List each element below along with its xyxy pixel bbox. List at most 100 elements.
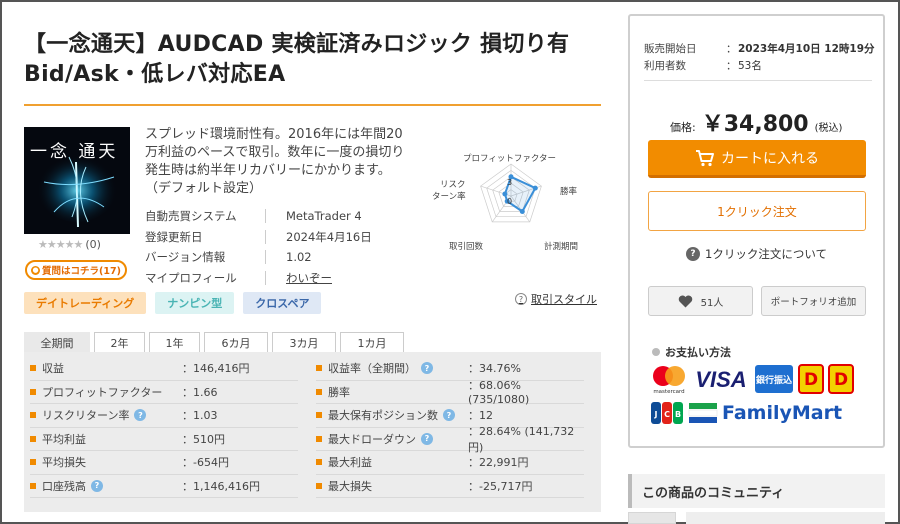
info-row: 登録更新日 2024年4月16日 bbox=[145, 227, 396, 248]
add-portfolio-button[interactable]: ポートフォリオ追加 bbox=[761, 286, 866, 316]
d-icon: D bbox=[798, 364, 824, 394]
trading-style-label: 取引スタイル bbox=[531, 293, 597, 306]
info-row: 自動売買システム MetaTrader 4 bbox=[145, 206, 396, 227]
tag-crosspair[interactable]: クロスペア bbox=[243, 292, 322, 314]
title-divider bbox=[24, 104, 601, 106]
tab-all[interactable]: 全期間 bbox=[24, 332, 90, 352]
community-header: この商品のコミュニティ bbox=[628, 474, 885, 508]
trading-style-link[interactable]: ? 取引スタイル bbox=[515, 291, 597, 307]
familymart-stripe bbox=[688, 400, 718, 426]
tag-daytrading[interactable]: デイトレーディング bbox=[24, 292, 147, 314]
help-icon[interactable]: ? bbox=[443, 409, 455, 422]
radar-point bbox=[502, 191, 508, 197]
stat-row: 平均利益 ：510円 bbox=[30, 428, 298, 451]
colon: ： bbox=[726, 60, 737, 72]
question-icon: ? bbox=[515, 293, 527, 305]
purchase-panel: 販売開始日 ： 2023年4月10日 12時19分 利用者数 ： 53名 価格:… bbox=[628, 14, 885, 448]
bullet bbox=[316, 435, 322, 442]
bank-transfer-logo: 銀行振込 bbox=[754, 364, 794, 394]
payment-title-label: お支払い方法 bbox=[665, 346, 731, 359]
info-key: バージョン情報 bbox=[145, 250, 226, 265]
product-description: スプレッド環境耐性有。2016年には年間20万利益のペースで取引。数年に一度の損… bbox=[145, 127, 405, 196]
stat-label: 平均利益 bbox=[42, 432, 86, 446]
question-button[interactable]: ● 質問はコチラ(17) bbox=[25, 260, 127, 280]
help-icon[interactable]: ? bbox=[421, 362, 433, 375]
d-logo-1: D bbox=[798, 364, 824, 394]
familymart-stripe-icon bbox=[688, 403, 718, 423]
stat-label-wrap: 口座残高? bbox=[42, 478, 182, 494]
favorite-count: 51人 bbox=[700, 297, 724, 309]
bullet bbox=[316, 459, 322, 466]
visa-text: VISA bbox=[695, 367, 746, 392]
stat-value: ：34.76% bbox=[468, 362, 521, 376]
sale-start-value: 2023年4月10日 12時19分 bbox=[738, 43, 875, 55]
info-separator bbox=[265, 270, 266, 285]
payment-methods-title: お支払い方法 bbox=[652, 344, 731, 360]
stat-label-wrap: 収益率（全期間）? bbox=[328, 360, 468, 376]
visa-icon: VISA bbox=[695, 367, 746, 392]
bullet bbox=[30, 388, 36, 395]
favorite-button[interactable]: 51人 bbox=[648, 286, 753, 316]
stat-label-wrap: 最大保有ポジション数? bbox=[328, 407, 468, 423]
cart-icon bbox=[696, 149, 714, 166]
stat-row: 平均損失 ：-654円 bbox=[30, 451, 298, 475]
d-icon: D bbox=[828, 364, 854, 394]
bullet bbox=[30, 435, 36, 442]
radar-ring-label: 3 bbox=[507, 178, 512, 187]
help-icon[interactable]: ? bbox=[134, 409, 147, 422]
rating-stars: ★★★★★ bbox=[38, 238, 83, 251]
question-button-label: 質問はコチラ(17) bbox=[42, 266, 121, 277]
bullet bbox=[316, 482, 322, 489]
question-icon: ? bbox=[686, 247, 700, 261]
svg-text:J: J bbox=[654, 410, 658, 419]
tax-note: (税込) bbox=[814, 123, 843, 134]
rating: ★★★★★ (0) bbox=[38, 238, 101, 251]
info-separator bbox=[265, 229, 266, 244]
stat-value: ：1.66 bbox=[182, 385, 218, 399]
stats-column-right: 収益率（全期間）? ：34.76% 勝率 ：68.06% (735/1080) 最大… bbox=[316, 357, 584, 498]
stat-label: 口座残高 bbox=[42, 479, 86, 493]
info-key: 自動売買システム bbox=[145, 209, 237, 224]
info-row: バージョン情報 1.02 bbox=[145, 247, 396, 268]
stat-value: ：1.03 bbox=[182, 409, 218, 423]
tab-2y[interactable]: 2年 bbox=[94, 332, 145, 352]
add-to-cart-label: カートに入れる bbox=[721, 150, 819, 167]
about-one-click-link[interactable]: ? 1クリック注文について bbox=[686, 246, 827, 262]
radar-chart: プロフィットファクター 勝率 計測期間 取引回数 リスク ターン率 3 0 bbox=[410, 148, 605, 256]
help-icon[interactable]: ? bbox=[91, 479, 103, 492]
price: 価格: ￥34,800 (税込) bbox=[670, 106, 842, 138]
bank-transfer-text: 銀行振込 bbox=[756, 374, 792, 386]
stat-label: 収益率（全期間） bbox=[328, 362, 416, 376]
tag-nanpin[interactable]: ナンピン型 bbox=[155, 292, 235, 314]
tab-1m[interactable]: 1カ月 bbox=[340, 332, 404, 352]
stat-row: 勝率 ：68.06% (735/1080) bbox=[316, 379, 584, 406]
bullet-icon bbox=[652, 348, 660, 356]
stat-row: 収益 ：146,416円 bbox=[30, 357, 298, 381]
about-one-click-label: 1クリック注文について bbox=[705, 247, 827, 261]
tab-1y[interactable]: 1年 bbox=[149, 332, 200, 352]
meta-row: 販売開始日 ： 2023年4月10日 12時19分 bbox=[644, 40, 875, 57]
stat-row: 最大損失 ：-25,717円 bbox=[316, 475, 584, 498]
sale-start-label: 販売開始日 bbox=[644, 43, 697, 55]
users-value: 53名 bbox=[738, 60, 762, 72]
stats-table: 収益 ：146,416円 プロフィットファクター ：1.66 リスクリターン率? ：1… bbox=[24, 352, 601, 512]
profile-link[interactable]: わいぞー bbox=[286, 270, 396, 286]
stat-row: 最大ドローダウン? ：28.64% (141,732円) bbox=[316, 425, 584, 454]
jcb-logo: J C B bbox=[650, 400, 684, 426]
stat-value: ：28.64% (141,732円) bbox=[468, 424, 575, 454]
product-image-text: 一念 通天 bbox=[30, 142, 119, 162]
period-tabs: 全期間 2年 1年 6カ月 3カ月 1カ月 bbox=[24, 332, 408, 352]
tab-6m[interactable]: 6カ月 bbox=[204, 332, 268, 352]
visa-logo: VISA bbox=[692, 364, 750, 394]
stat-value: ：12 bbox=[468, 409, 493, 423]
tab-3m[interactable]: 3カ月 bbox=[272, 332, 336, 352]
one-click-order-button[interactable]: 1クリック注文 bbox=[648, 191, 866, 231]
info-value: 1.02 bbox=[286, 250, 312, 265]
help-icon[interactable]: ? bbox=[421, 432, 433, 445]
bullet bbox=[316, 388, 322, 395]
divider bbox=[644, 80, 872, 81]
add-to-cart-button[interactable]: カートに入れる bbox=[648, 140, 866, 178]
colon: ： bbox=[726, 43, 737, 55]
stat-label: プロフィットファクター bbox=[42, 385, 163, 399]
stat-label: リスクリターン率 bbox=[42, 409, 130, 423]
